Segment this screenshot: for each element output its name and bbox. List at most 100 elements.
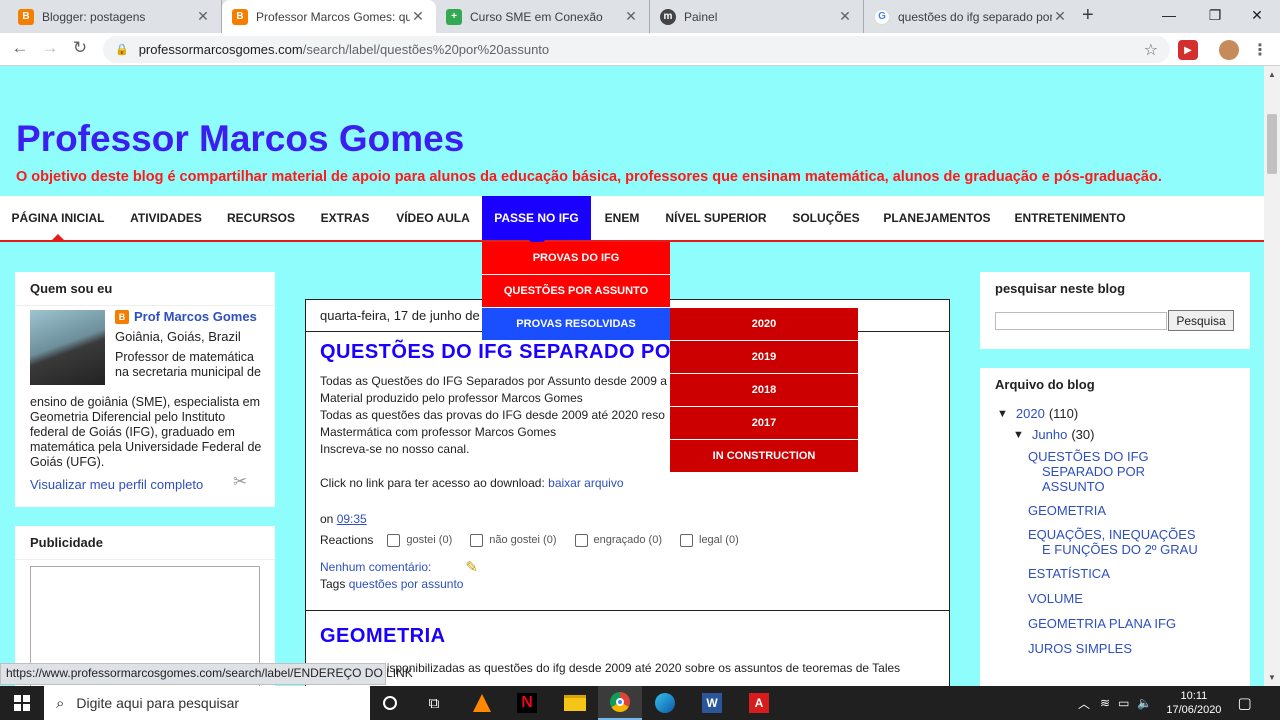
network-icon[interactable]: ≋ bbox=[1100, 696, 1110, 710]
submenu-2017[interactable]: 2017 bbox=[670, 407, 858, 440]
forward-button[interactable]: → bbox=[38, 38, 62, 58]
tag-link[interactable]: questões por assunto bbox=[349, 577, 464, 591]
avatar[interactable] bbox=[1219, 40, 1239, 60]
bookmark-star-icon[interactable]: ☆ bbox=[1144, 40, 1158, 60]
acrobat-icon[interactable]: A bbox=[737, 686, 781, 720]
profile-photo[interactable] bbox=[30, 310, 105, 385]
tab-blogger-postagens[interactable]: B Blogger: postagens ✕ bbox=[8, 0, 222, 33]
triangle-down-icon[interactable]: ▼ bbox=[1013, 429, 1024, 441]
file-explorer-icon[interactable] bbox=[553, 686, 597, 720]
submenu-provas-do-ifg[interactable]: PROVAS DO IFG bbox=[482, 242, 670, 275]
post-time-link[interactable]: 09:35 bbox=[337, 512, 367, 526]
archive-month-row: ▼ Junho (30) bbox=[1013, 427, 1094, 442]
reaction-checkbox[interactable] bbox=[470, 534, 484, 547]
blog-page: Professor Marcos Gomes O objetivo deste … bbox=[0, 66, 1264, 686]
next-post-title[interactable]: GEOMETRIA bbox=[320, 625, 446, 648]
submenu-2020[interactable]: 2020 bbox=[670, 308, 858, 341]
edge-icon[interactable] bbox=[643, 686, 687, 720]
submenu-2018[interactable]: 2018 bbox=[670, 374, 858, 407]
view-profile-link[interactable]: Visualizar meu perfil completo bbox=[30, 477, 203, 492]
taskbar-search-input[interactable]: ⌕ Digite aqui para pesquisar bbox=[44, 686, 370, 720]
close-icon[interactable]: ✕ bbox=[837, 8, 853, 25]
scroll-up-icon[interactable]: ▲ bbox=[1268, 70, 1276, 79]
tab-curso-sme[interactable]: + Curso SME em Conexão ✕ bbox=[436, 0, 650, 33]
windows-start-icon[interactable] bbox=[0, 686, 44, 720]
submenu-in-construction[interactable]: IN CONSTRUCTION bbox=[670, 440, 858, 473]
menu-item-recursos[interactable]: Recursos bbox=[216, 196, 306, 240]
menu-item-extras[interactable]: Extras bbox=[306, 196, 384, 240]
reload-button[interactable]: ↻ bbox=[68, 38, 92, 58]
archive-year-link[interactable]: 2020 bbox=[1016, 406, 1045, 421]
page-scrollbar[interactable]: ▲ ▼ bbox=[1264, 66, 1280, 686]
maximize-button[interactable]: ❐ bbox=[1192, 0, 1238, 30]
url-input[interactable]: 🔒 professormarcosgomes.com/search/label/… bbox=[103, 36, 1170, 63]
profile-name-link[interactable]: Prof Marcos Gomes bbox=[134, 309, 257, 324]
close-icon[interactable]: ✕ bbox=[1052, 8, 1068, 25]
chrome-icon[interactable] bbox=[598, 686, 642, 720]
archive-post-link[interactable]: VOLUME bbox=[1028, 591, 1198, 606]
back-button[interactable]: ← bbox=[8, 38, 32, 58]
menu-item-atividades[interactable]: Atividades bbox=[116, 196, 216, 240]
menu-item-nivel-superior[interactable]: Nível superior bbox=[653, 196, 779, 240]
vlc-icon[interactable] bbox=[460, 686, 504, 720]
pencil-icon[interactable]: ✎ bbox=[465, 559, 478, 576]
system-tray: ︿ ≋ ▭ 🔈 10:11 17/06/2020 ▢ bbox=[1078, 686, 1252, 720]
minimize-button[interactable]: — bbox=[1146, 0, 1192, 30]
menu-item-entretenimento[interactable]: Entretenimento bbox=[1001, 196, 1139, 240]
menu-item-passe-no-ifg[interactable]: Passe no IFG bbox=[482, 196, 591, 248]
download-link[interactable]: baixar arquivo bbox=[548, 476, 623, 490]
submenu-2019[interactable]: 2019 bbox=[670, 341, 858, 374]
submenu-provas-resolvidas[interactable]: PROVAS RESOLVIDAS bbox=[482, 308, 670, 341]
moodle-icon: m bbox=[660, 8, 676, 25]
profile-location: Goiânia, Goiás, Brazil bbox=[115, 329, 241, 344]
extension-icon[interactable]: ▶ bbox=[1178, 40, 1198, 60]
close-icon[interactable]: ✕ bbox=[410, 8, 426, 25]
archive-post-link[interactable]: GEOMETRIA PLANA IFG bbox=[1028, 616, 1198, 631]
reaction-checkbox[interactable] bbox=[680, 534, 693, 547]
volume-icon[interactable]: 🔈 bbox=[1137, 696, 1152, 710]
menu-item-enem[interactable]: ENEM bbox=[591, 196, 653, 240]
triangle-down-icon[interactable]: ▼ bbox=[997, 408, 1008, 420]
reaction-checkbox[interactable] bbox=[574, 534, 588, 547]
new-tab-button[interactable]: + bbox=[1082, 4, 1094, 27]
comments-link[interactable]: Nenhum comentário: bbox=[320, 559, 431, 576]
archive-month-link[interactable]: Junho bbox=[1032, 427, 1067, 442]
task-view-icon[interactable]: ⧉ bbox=[412, 686, 456, 720]
taskbar-clock[interactable]: 10:11 17/06/2020 bbox=[1166, 689, 1221, 717]
chevron-up-icon[interactable]: ︿ bbox=[1078, 695, 1090, 712]
submenu-questoes-por-assunto[interactable]: QUESTÕES POR ASSUNTO bbox=[482, 275, 670, 308]
edit-tools-icon[interactable]: ✂ bbox=[233, 472, 247, 492]
archive-post-link[interactable]: EQUAÇÕES, INEQUAÇÕES E FUNÇÕES DO 2º GRA… bbox=[1028, 527, 1198, 557]
archive-post-link[interactable]: JUROS SIMPLES bbox=[1028, 641, 1198, 656]
tab-painel[interactable]: m Painel ✕ bbox=[650, 0, 864, 33]
cortana-icon[interactable] bbox=[368, 686, 412, 720]
archive-post-link[interactable]: ESTATÍSTICA bbox=[1028, 566, 1198, 581]
reaction-checkbox[interactable] bbox=[387, 534, 401, 547]
tab-professor-marcos-gomes[interactable]: B Professor Marcos Gomes: ques ✕ bbox=[222, 0, 436, 33]
menu-item-planejamentos[interactable]: Planejamentos bbox=[873, 196, 1001, 240]
battery-icon[interactable]: ▭ bbox=[1118, 696, 1129, 710]
tab-google-search[interactable]: G questões do ifg separado por a ✕ bbox=[864, 0, 1078, 33]
main-menu: Página inicial Atividades Recursos Extra… bbox=[0, 196, 1264, 248]
tab-title: Blogger: postagens bbox=[42, 9, 146, 24]
close-window-button[interactable]: ✕ bbox=[1234, 0, 1280, 30]
search-button[interactable]: Pesquisa bbox=[1168, 310, 1234, 331]
scrollbar-thumb[interactable] bbox=[1267, 114, 1277, 174]
archive-post-link[interactable]: GEOMETRIA bbox=[1028, 503, 1198, 518]
menu-item-solucoes[interactable]: Soluções bbox=[779, 196, 873, 240]
menu-item-home[interactable]: Página inicial bbox=[0, 196, 116, 242]
widget-title: Publicidade bbox=[15, 526, 275, 560]
lock-icon: 🔒 bbox=[115, 44, 129, 56]
close-icon[interactable]: ✕ bbox=[623, 8, 639, 25]
blog-title[interactable]: Professor Marcos Gomes bbox=[16, 118, 464, 160]
menu-kebab-icon[interactable]: ⋮ bbox=[1250, 40, 1270, 60]
search-input[interactable] bbox=[995, 312, 1167, 330]
archive-post-link[interactable]: QUESTÕES DO IFG SEPARADO POR ASSUNTO bbox=[1028, 449, 1198, 494]
netflix-icon[interactable]: N bbox=[505, 686, 549, 720]
widget-title: pesquisar neste blog bbox=[995, 281, 1126, 296]
close-icon[interactable]: ✕ bbox=[195, 8, 211, 25]
notification-icon[interactable]: ▢ bbox=[1237, 694, 1251, 712]
word-icon[interactable]: W bbox=[690, 686, 734, 720]
scroll-down-icon[interactable]: ▼ bbox=[1268, 673, 1276, 682]
menu-item-video-aula[interactable]: Vídeo aula bbox=[384, 196, 482, 240]
